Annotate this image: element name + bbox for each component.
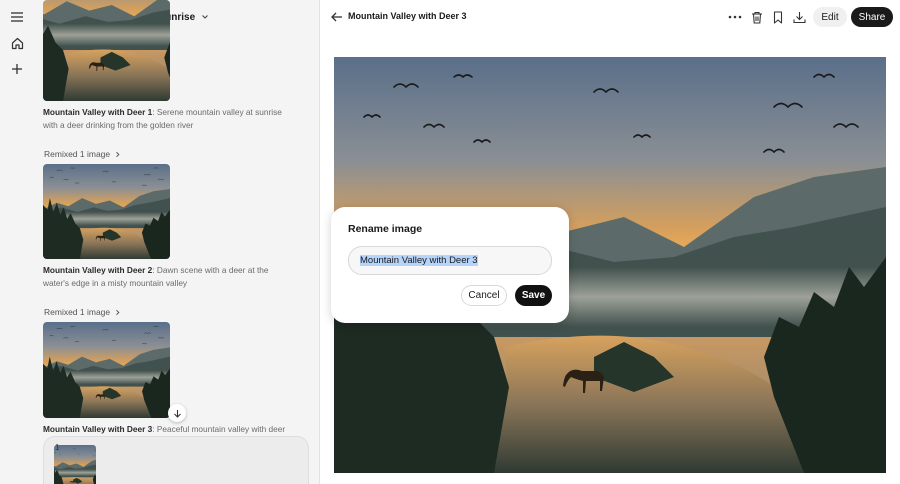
image-name-1: Mountain Valley with Deer 1 [43,107,153,117]
more-icon [728,15,742,19]
home-icon[interactable] [8,34,26,52]
delete-button[interactable] [749,9,765,25]
panel-divider [319,0,320,484]
plus-icon[interactable] [8,60,26,78]
remix-link-3[interactable]: Remixed 1 image [44,307,121,317]
selection-tray[interactable]: 1 [43,436,309,484]
chevron-right-icon [116,309,120,315]
cancel-button[interactable]: Cancel [461,285,507,306]
image-title: Mountain Valley with Deer 3 [348,11,467,21]
edit-button[interactable]: Edit [813,7,847,27]
download-button[interactable] [791,9,807,25]
more-options-button[interactable] [727,9,743,25]
chevron-right-icon [116,151,120,157]
download-icon [792,11,806,23]
image-caption-1: Mountain Valley with Deer 1: Serene moun… [43,106,288,131]
scroll-down-button[interactable] [168,404,186,422]
remix-label-2: Remixed 1 image [44,149,111,159]
remix-label-3: Remixed 1 image [44,307,111,317]
rename-input-value: Mountain Valley with Deer 3 [360,255,478,266]
bookmark-icon [773,10,783,24]
dialog-title: Rename image [348,223,423,235]
share-button[interactable]: Share [851,7,893,27]
save-button[interactable]: Save [515,285,552,306]
rename-dialog: Rename image Mountain Valley with Deer 3… [331,207,569,323]
arrow-down-icon [173,409,181,418]
rename-input[interactable]: Mountain Valley with Deer 3 [348,246,552,275]
bookmark-button[interactable] [770,9,786,25]
collection-panel: Serene Mountain Valley Sunrise Mountain … [34,0,319,484]
arrow-left-icon [331,12,342,22]
trash-icon [752,11,762,24]
image-caption-2: Mountain Valley with Deer 2: Dawn scene … [43,264,288,289]
tray-count-badge: 1 [55,443,60,452]
image-caption-3: Mountain Valley with Deer 3: Peaceful mo… [43,423,288,436]
image-name-2: Mountain Valley with Deer 2 [43,265,153,275]
remix-link-2[interactable]: Remixed 1 image [44,149,121,159]
tray-thumbnail[interactable] [54,445,96,484]
hamburger-icon[interactable] [8,8,26,26]
image-thumbnail-1[interactable] [43,0,170,101]
back-button[interactable] [330,10,344,24]
image-description-3: : Peaceful mountain valley with deer [152,424,286,434]
image-thumbnail-3[interactable] [43,322,170,418]
image-thumbnail-2[interactable] [43,164,170,259]
chevron-down-icon [202,15,209,19]
image-name-3: Mountain Valley with Deer 3 [43,424,153,434]
app-rail [0,0,34,484]
